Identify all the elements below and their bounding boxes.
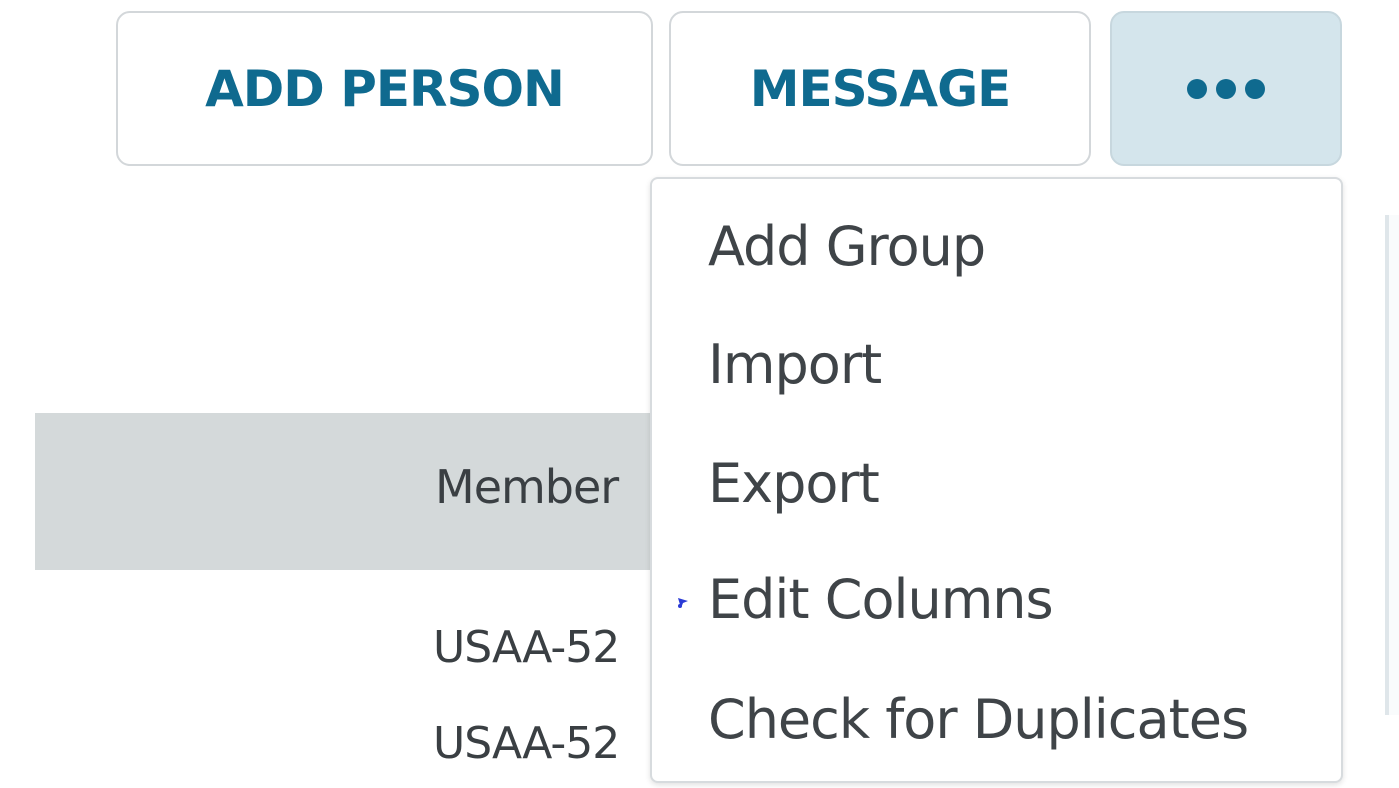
- message-button[interactable]: MESSAGE: [669, 11, 1091, 166]
- menu-item-add-group[interactable]: Add Group: [708, 215, 986, 278]
- more-options-button[interactable]: [1110, 11, 1342, 166]
- more-options-menu: Add Group Import Export Edit Columns Che…: [650, 177, 1343, 783]
- add-person-button[interactable]: ADD PERSON: [116, 11, 653, 166]
- menu-item-edit-columns[interactable]: Edit Columns: [708, 568, 1054, 631]
- column-header-member[interactable]: Member: [435, 460, 619, 514]
- table-header: [35, 413, 735, 570]
- table-row[interactable]: USAA-52: [433, 718, 620, 769]
- menu-item-export[interactable]: Export: [708, 452, 880, 515]
- cursor-icon: [678, 598, 688, 608]
- more-horizontal-icon: [1187, 78, 1265, 99]
- table-row[interactable]: USAA-52: [433, 622, 620, 673]
- menu-item-import[interactable]: Import: [708, 333, 882, 396]
- menu-item-check-for-duplicates[interactable]: Check for Duplicates: [708, 688, 1249, 751]
- side-panel-edge: [1385, 215, 1399, 715]
